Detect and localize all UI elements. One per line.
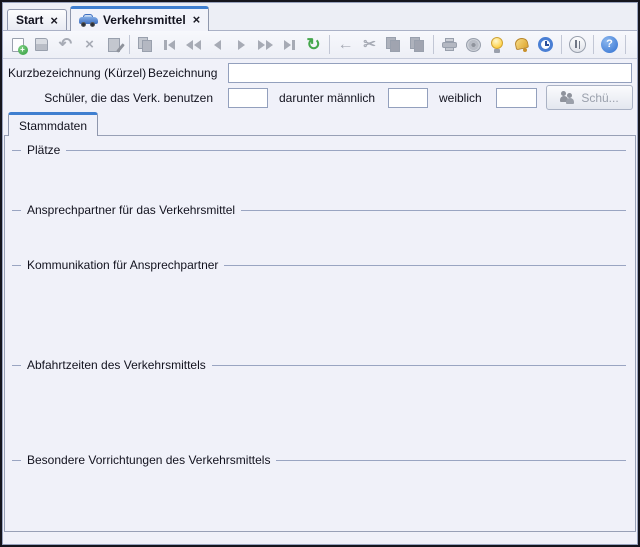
tab-stammdaten[interactable]: Stammdaten xyxy=(8,112,98,136)
plaetze-group-header: Plätze xyxy=(12,143,626,157)
cd-icon xyxy=(466,38,481,52)
first-record-icon xyxy=(164,40,175,50)
close-icon[interactable]: × xyxy=(193,13,201,26)
toolbar-separator xyxy=(561,35,562,54)
print-icon xyxy=(442,38,457,51)
navigate-back-button[interactable]: ← xyxy=(334,33,357,56)
toolbar-separator xyxy=(625,35,626,54)
help-icon: ? xyxy=(601,36,618,53)
new-record-icon: + xyxy=(12,38,24,52)
paste-button[interactable] xyxy=(406,33,429,56)
export-cd-button[interactable] xyxy=(462,33,485,56)
kurzbezeichnung-label: Kurzbezeichnung (Kürzel) xyxy=(8,66,146,80)
fast-next-button[interactable] xyxy=(254,33,277,56)
reminder-button[interactable] xyxy=(534,33,557,56)
last-record-button[interactable] xyxy=(278,33,301,56)
save-icon xyxy=(35,38,48,51)
document-tabbar: Start × Verkehrsmittel × xyxy=(3,3,637,31)
vorrichtungen-group-label: Besondere Vorrichtungen des Verkehrsmitt… xyxy=(27,453,270,467)
tab-verkehrsmittel-label: Verkehrsmittel xyxy=(103,13,186,27)
toolbar-separator xyxy=(129,35,130,54)
print-button[interactable] xyxy=(438,33,461,56)
app-window: Start × Verkehrsmittel × + ↶ × ↻ ← ✂ xyxy=(0,0,640,547)
stammdaten-panel xyxy=(4,135,636,532)
edit-button[interactable] xyxy=(102,33,125,56)
maennlich-input[interactable] xyxy=(388,88,428,108)
abfahrtzeiten-group-label: Abfahrtzeiten des Verkehrsmittels xyxy=(27,358,206,372)
refresh-button[interactable]: ↻ xyxy=(302,33,325,56)
first-record-button[interactable] xyxy=(158,33,181,56)
save-button[interactable] xyxy=(30,33,53,56)
refresh-icon: ↻ xyxy=(306,36,320,53)
new-record-button[interactable]: + xyxy=(6,33,29,56)
delete-icon: × xyxy=(85,37,94,52)
ansprechpartner-group-label: Ansprechpartner für das Verkehrsmittel xyxy=(27,203,235,217)
help-button[interactable]: ? xyxy=(598,33,621,56)
schueler-benutzen-label: Schüler, die das Verk. benutzen xyxy=(22,91,213,105)
paste-icon xyxy=(410,37,425,52)
prior-record-button[interactable] xyxy=(206,33,229,56)
notification-button[interactable] xyxy=(510,33,533,56)
weiblich-label: weiblich xyxy=(439,91,482,105)
prior-record-icon xyxy=(214,40,221,50)
copy-icon xyxy=(386,37,401,52)
vorrichtungen-group-header: Besondere Vorrichtungen des Verkehrsmitt… xyxy=(12,453,626,467)
tuning-sliders-icon xyxy=(569,36,586,53)
toolbar-separator xyxy=(593,35,594,54)
copy-record-button[interactable] xyxy=(134,33,157,56)
tab-verkehrsmittel[interactable]: Verkehrsmittel × xyxy=(70,6,209,31)
weiblich-input[interactable] xyxy=(496,88,537,108)
schueler-button[interactable]: Schü... xyxy=(546,85,633,110)
undo-icon: ↶ xyxy=(59,37,72,53)
kommunikation-group-label: Kommunikation für Ansprechpartner xyxy=(27,258,218,272)
close-icon[interactable]: × xyxy=(50,14,58,27)
copy-record-icon xyxy=(138,37,153,52)
bezeichnung-input[interactable] xyxy=(228,63,632,83)
back-arrow-icon: ← xyxy=(338,37,354,53)
main-toolbar: + ↶ × ↻ ← ✂ ? xyxy=(3,31,637,59)
car-icon xyxy=(79,14,98,26)
next-record-icon xyxy=(238,40,245,50)
plaetze-group-label: Plätze xyxy=(27,143,60,157)
last-record-icon xyxy=(284,40,295,50)
bezeichnung-label: Bezeichnung xyxy=(148,66,217,80)
toolbar-separator xyxy=(329,35,330,54)
tab-start[interactable]: Start × xyxy=(7,9,67,30)
delete-button[interactable]: × xyxy=(78,33,101,56)
bell-icon xyxy=(515,37,529,52)
edit-icon xyxy=(108,38,120,52)
people-icon xyxy=(560,91,576,104)
kommunikation-group-header: Kommunikation für Ansprechpartner xyxy=(12,258,626,272)
fast-next-icon xyxy=(258,40,273,50)
lightbulb-icon xyxy=(491,37,504,53)
cut-icon: ✂ xyxy=(363,37,376,52)
fast-prior-icon xyxy=(186,40,201,50)
darunter-maennlich-label: darunter männlich xyxy=(279,91,375,105)
schueler-gesamt-input[interactable] xyxy=(228,88,268,108)
toolbar-separator xyxy=(433,35,434,54)
ansprechpartner-group-header: Ansprechpartner für das Verkehrsmittel xyxy=(12,203,626,217)
cut-button[interactable]: ✂ xyxy=(358,33,381,56)
tab-start-label: Start xyxy=(16,13,43,27)
fast-prior-button[interactable] xyxy=(182,33,205,56)
tab-stammdaten-label: Stammdaten xyxy=(19,119,87,133)
next-record-button[interactable] xyxy=(230,33,253,56)
schueler-button-label: Schü... xyxy=(581,91,618,105)
abfahrtzeiten-group-header: Abfahrtzeiten des Verkehrsmittels xyxy=(12,358,626,372)
undo-button[interactable]: ↶ xyxy=(54,33,77,56)
copy-button[interactable] xyxy=(382,33,405,56)
alarm-clock-icon xyxy=(538,37,553,52)
hint-button[interactable] xyxy=(486,33,509,56)
filter-settings-button[interactable] xyxy=(566,33,589,56)
